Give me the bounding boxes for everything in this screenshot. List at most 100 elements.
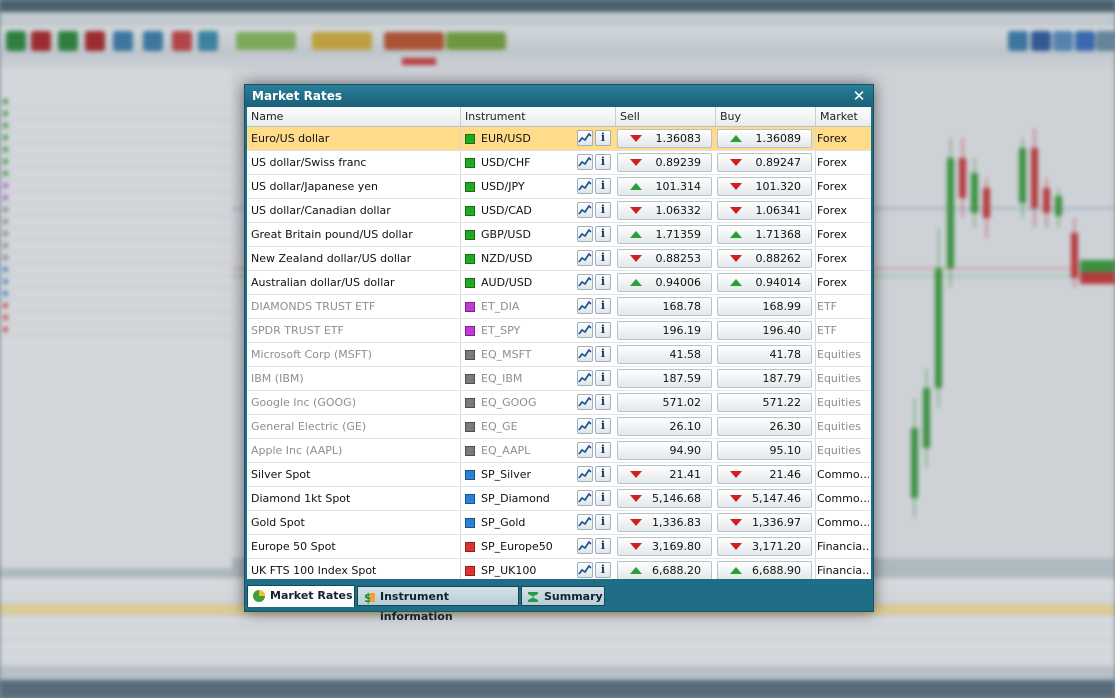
buy-button[interactable]: 1.71368: [717, 225, 812, 244]
buy-button[interactable]: 95.10: [717, 441, 812, 460]
chart-button[interactable]: [577, 490, 593, 506]
sell-button[interactable]: 571.02: [617, 393, 712, 412]
sell-button[interactable]: 0.94006: [617, 273, 712, 292]
buy-button[interactable]: 26.30: [717, 417, 812, 436]
table-row[interactable]: US dollar/Japanese yen USD/JPY i 101.314 101…: [247, 175, 871, 199]
sell-button[interactable]: 196.19: [617, 321, 712, 340]
chart-button[interactable]: [577, 442, 593, 458]
sell-button[interactable]: 94.90: [617, 441, 712, 460]
table-row[interactable]: Great Britain pound/US dollar GBP/USD i 1.7…: [247, 223, 871, 247]
info-button[interactable]: i: [595, 466, 611, 482]
chart-button[interactable]: [577, 178, 593, 194]
info-button[interactable]: i: [595, 346, 611, 362]
chart-button[interactable]: [577, 202, 593, 218]
buy-button[interactable]: 168.99: [717, 297, 812, 316]
sell-button[interactable]: 21.41: [617, 465, 712, 484]
sell-button[interactable]: 101.314: [617, 177, 712, 196]
sell-button[interactable]: 5,146.68: [617, 489, 712, 508]
sell-button[interactable]: 168.78: [617, 297, 712, 316]
table-row[interactable]: UK FTS 100 Index Spot SP_UK100 i 6,688.20 6,…: [247, 559, 871, 579]
buy-button[interactable]: 6,688.90: [717, 561, 812, 579]
sell-button[interactable]: 0.89239: [617, 153, 712, 172]
sell-button[interactable]: 3,169.80: [617, 537, 712, 556]
info-button[interactable]: i: [595, 370, 611, 386]
table-row[interactable]: Europe 50 Spot SP_Europe50 i 3,169.80 3,171.…: [247, 535, 871, 559]
column-header-sell[interactable]: Sell: [616, 107, 716, 126]
sell-button[interactable]: 0.88253: [617, 249, 712, 268]
info-button[interactable]: i: [595, 226, 611, 242]
close-icon[interactable]: ✕: [851, 87, 867, 105]
table-row[interactable]: Gold Spot SP_Gold i 1,336.83 1,336.97 Commo…: [247, 511, 871, 535]
buy-button[interactable]: 1.06341: [717, 201, 812, 220]
buy-button[interactable]: 21.46: [717, 465, 812, 484]
chart-button[interactable]: [577, 130, 593, 146]
sell-button[interactable]: 41.58: [617, 345, 712, 364]
buy-button[interactable]: 187.79: [717, 369, 812, 388]
table-row[interactable]: Google Inc (GOOG) EQ_GOOG i 571.02 571.22 Equ…: [247, 391, 871, 415]
chart-button[interactable]: [577, 514, 593, 530]
table-row[interactable]: Apple Inc (AAPL) EQ_AAPL i 94.90 95.10 Equiti…: [247, 439, 871, 463]
chart-button[interactable]: [577, 394, 593, 410]
buy-button[interactable]: 1,336.97: [717, 513, 812, 532]
sell-button[interactable]: 1,336.83: [617, 513, 712, 532]
buy-button[interactable]: 196.40: [717, 321, 812, 340]
table-row[interactable]: IBM (IBM) EQ_IBM i 187.59 187.79 Equities: [247, 367, 871, 391]
chart-button[interactable]: [577, 370, 593, 386]
info-button[interactable]: i: [595, 490, 611, 506]
info-button[interactable]: i: [595, 178, 611, 194]
tab-summary[interactable]: Summary: [521, 586, 605, 606]
chart-button[interactable]: [577, 322, 593, 338]
table-row[interactable]: General Electric (GE) EQ_GE i 26.10 26.30 Equ…: [247, 415, 871, 439]
table-row[interactable]: US dollar/Canadian dollar USD/CAD i 1.06332…: [247, 199, 871, 223]
chart-button[interactable]: [577, 154, 593, 170]
table-row[interactable]: Australian dollar/US dollar AUD/USD i 0.940…: [247, 271, 871, 295]
buy-button[interactable]: 101.320: [717, 177, 812, 196]
chart-button[interactable]: [577, 274, 593, 290]
info-button[interactable]: i: [595, 298, 611, 314]
chart-button[interactable]: [577, 226, 593, 242]
sell-button[interactable]: 1.36083: [617, 129, 712, 148]
chart-button[interactable]: [577, 346, 593, 362]
buy-button[interactable]: 571.22: [717, 393, 812, 412]
buy-button[interactable]: 0.89247: [717, 153, 812, 172]
tab-market-rates[interactable]: Market Rates: [247, 585, 355, 607]
chart-button[interactable]: [577, 562, 593, 578]
sell-button[interactable]: 1.71359: [617, 225, 712, 244]
table-row[interactable]: Diamond 1kt Spot SP_Diamond i 5,146.68 5,147…: [247, 487, 871, 511]
table-row[interactable]: DIAMONDS TRUST ETF ET_DIA i 168.78 168.99 ETF: [247, 295, 871, 319]
info-button[interactable]: i: [595, 202, 611, 218]
info-button[interactable]: i: [595, 130, 611, 146]
sell-button[interactable]: 26.10: [617, 417, 712, 436]
buy-button[interactable]: 0.88262: [717, 249, 812, 268]
info-button[interactable]: i: [595, 442, 611, 458]
buy-button[interactable]: 3,171.20: [717, 537, 812, 556]
info-button[interactable]: i: [595, 250, 611, 266]
table-row[interactable]: Microsoft Corp (MSFT) EQ_MSFT i 41.58 41.78 E…: [247, 343, 871, 367]
column-header-name[interactable]: Name: [247, 107, 461, 126]
buy-button[interactable]: 1.36089: [717, 129, 812, 148]
sell-button[interactable]: 187.59: [617, 369, 712, 388]
chart-button[interactable]: [577, 298, 593, 314]
sell-button[interactable]: 1.06332: [617, 201, 712, 220]
chart-button[interactable]: [577, 250, 593, 266]
chart-button[interactable]: [577, 538, 593, 554]
column-header-instrument[interactable]: Instrument: [461, 107, 616, 126]
tab-instrument-information[interactable]: $ Instrument information: [357, 586, 519, 623]
sell-button[interactable]: 6,688.20: [617, 561, 712, 579]
table-row[interactable]: Euro/US dollar EUR/USD i 1.36083 1.36089 Fore…: [247, 127, 871, 151]
column-header-market[interactable]: Market: [816, 107, 871, 126]
info-button[interactable]: i: [595, 274, 611, 290]
info-button[interactable]: i: [595, 322, 611, 338]
info-button[interactable]: i: [595, 538, 611, 554]
buy-button[interactable]: 0.94014: [717, 273, 812, 292]
table-row[interactable]: US dollar/Swiss franc USD/CHF i 0.89239 0.89…: [247, 151, 871, 175]
table-row[interactable]: Silver Spot SP_Silver i 21.41 21.46 Commo…: [247, 463, 871, 487]
column-header-buy[interactable]: Buy: [716, 107, 816, 126]
table-row[interactable]: SPDR TRUST ETF ET_SPY i 196.19 196.40 ETF: [247, 319, 871, 343]
info-button[interactable]: i: [595, 394, 611, 410]
chart-button[interactable]: [577, 466, 593, 482]
buy-button[interactable]: 5,147.46: [717, 489, 812, 508]
info-button[interactable]: i: [595, 562, 611, 578]
table-row[interactable]: New Zealand dollar/US dollar NZD/USD i 0.88…: [247, 247, 871, 271]
chart-button[interactable]: [577, 418, 593, 434]
